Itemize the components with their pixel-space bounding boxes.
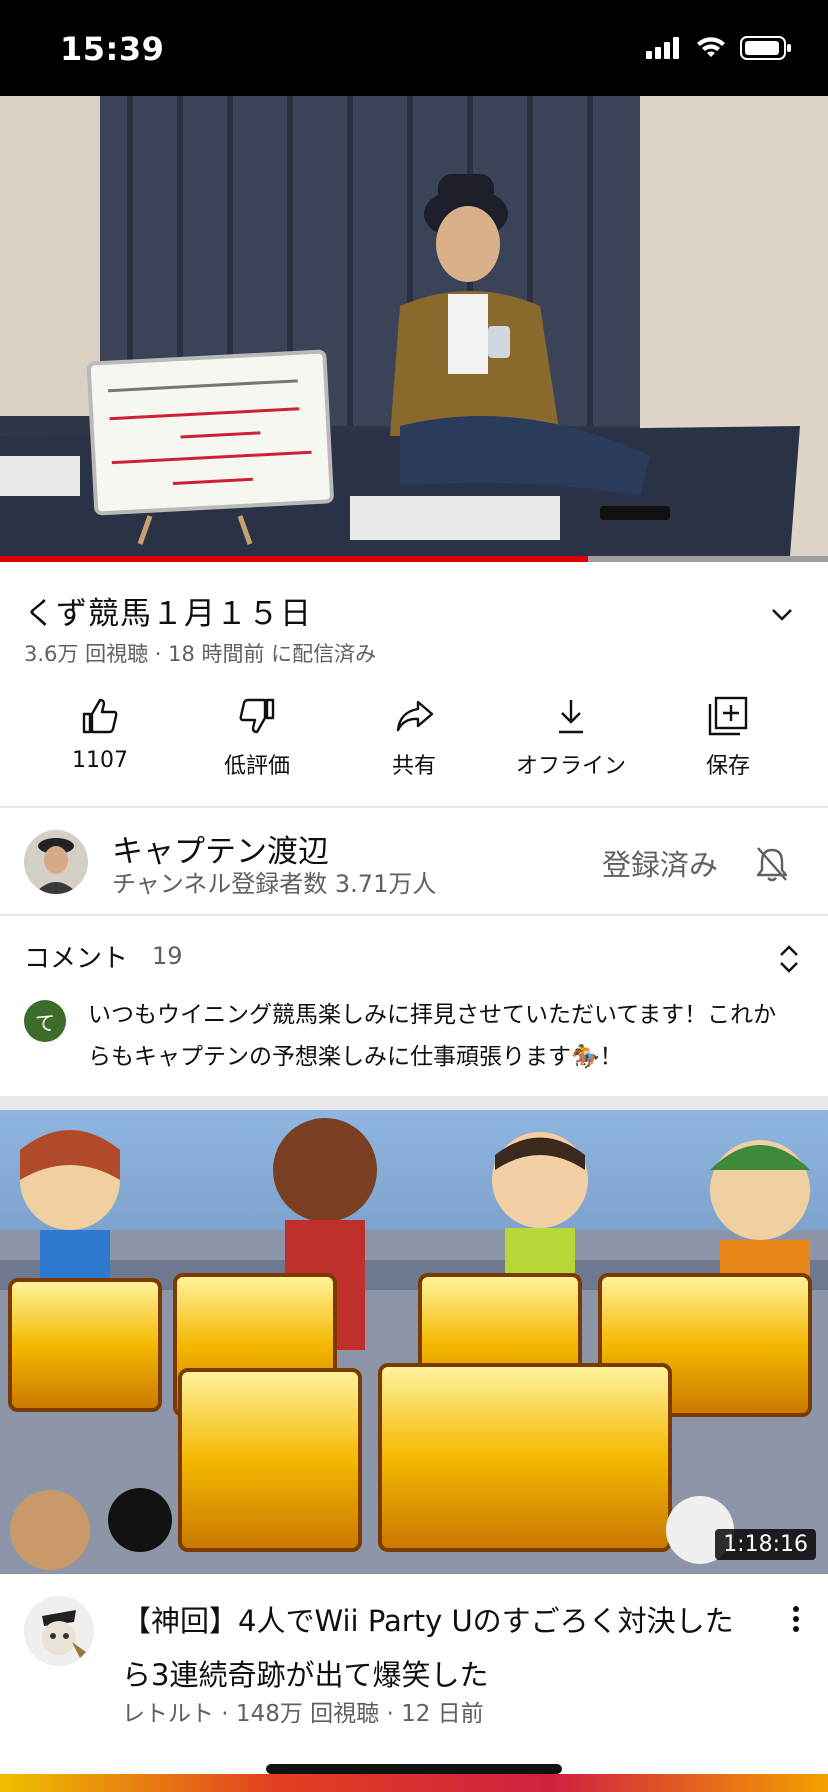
channel-avatar[interactable] — [24, 830, 88, 894]
thumbnail-art — [0, 1110, 828, 1574]
comment-avatar: て — [24, 1000, 66, 1042]
thumbs-up-icon — [82, 698, 118, 734]
save-button[interactable]: 保存 — [652, 694, 804, 784]
share-label: 共有 — [391, 754, 436, 779]
comments-count: 19 — [152, 942, 183, 970]
video-title: くず競馬１月１５日 — [24, 596, 312, 632]
video-player[interactable] — [0, 96, 828, 560]
recommended-title[interactable]: 【神回】4人でWii Party Uのすごろく対決したら3連続奇跡が出て爆笑した — [122, 1594, 762, 1702]
save-label: 保存 — [705, 754, 750, 779]
recommended-meta: レトルト · 148万 回視聴 · 12 日前 — [122, 1701, 484, 1727]
more-options-icon[interactable] — [784, 1604, 808, 1634]
comments-title: コメント — [24, 944, 129, 974]
dislike-button[interactable]: 低評価 — [181, 694, 333, 784]
progress-fill — [0, 556, 588, 562]
share-button[interactable]: 共有 — [338, 694, 490, 784]
download-icon — [559, 700, 583, 734]
comment-text: いつもウイニング競馬楽しみに拝見させていただいてます！これからもキャプテンの予想… — [88, 1002, 777, 1070]
recommended-channel-avatar[interactable] — [24, 1596, 94, 1666]
subscribed-button[interactable]: 登録済み — [602, 842, 718, 884]
dislike-label: 低評価 — [223, 754, 290, 779]
subscriber-count: チャンネル登録者数 3.71万人 — [112, 870, 437, 898]
home-indicator[interactable] — [266, 1764, 562, 1774]
wifi-icon — [697, 37, 725, 57]
recommended-thumbnail[interactable]: 1:18:16 — [0, 1110, 828, 1574]
add-to-playlist-icon — [708, 696, 748, 736]
status-time: 15:39 — [60, 30, 165, 68]
battery-icon — [740, 36, 791, 60]
video-duration: 1:18:16 — [715, 1529, 816, 1560]
action-bar: 1107 低評価 共有 オフライン 保存 — [24, 694, 804, 784]
like-button[interactable]: 1107 — [24, 694, 176, 784]
video-meta: 3.6万 回視聴 · 18 時間前 に配信済み — [24, 642, 377, 666]
offline-button[interactable]: オフライン — [495, 694, 647, 784]
next-thumbnail-peek — [0, 1774, 828, 1792]
expand-collapse-icon[interactable] — [774, 942, 804, 976]
section-separator — [0, 1096, 828, 1110]
progress-track[interactable] — [0, 556, 828, 562]
comments-section[interactable]: コメント 19 て いつもウイニング競馬楽しみに拝見させていただいてます！これか… — [0, 916, 828, 1096]
video-frame — [0, 96, 828, 560]
thumbs-down-icon — [239, 698, 275, 734]
status-bar: 15:39 — [0, 0, 828, 96]
share-icon — [396, 700, 434, 732]
chevron-down-icon[interactable] — [766, 598, 798, 630]
channel-row[interactable]: キャプテン渡辺 チャンネル登録者数 3.71万人 登録済み — [0, 808, 828, 916]
notification-bell-off-icon[interactable] — [752, 844, 792, 884]
offline-label: オフライン — [515, 754, 626, 779]
status-icons — [646, 36, 792, 60]
cellular-signal-icon — [646, 37, 679, 59]
like-count: 1107 — [72, 748, 128, 773]
